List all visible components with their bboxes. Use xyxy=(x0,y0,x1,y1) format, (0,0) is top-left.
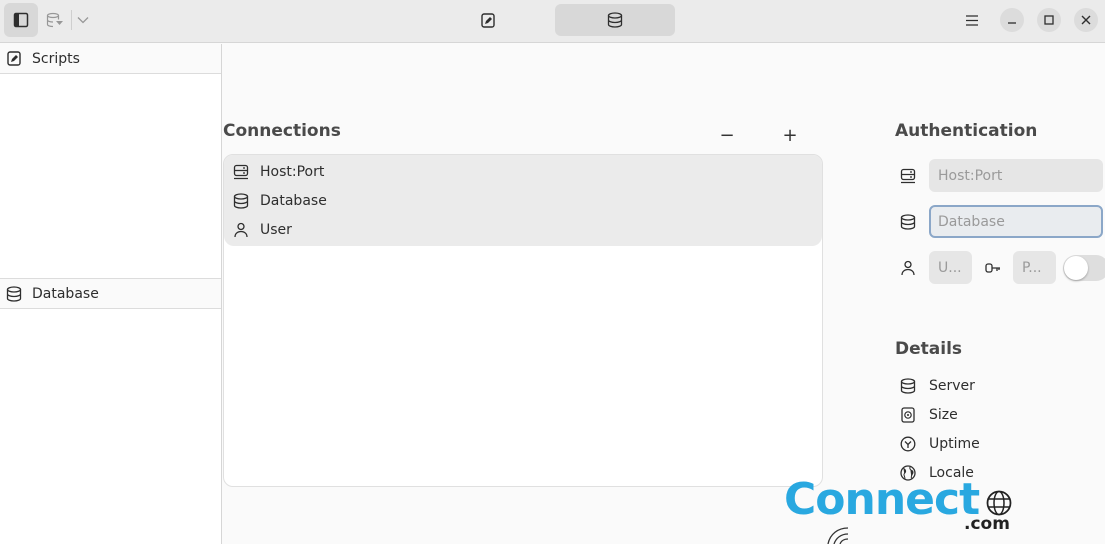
list-item: User xyxy=(224,215,822,244)
detail-uptime: Uptime xyxy=(895,429,980,458)
sidebar-toggle-button[interactable] xyxy=(4,3,38,37)
database-import-button[interactable] xyxy=(42,6,68,34)
database-icon xyxy=(895,377,921,394)
remove-connection-button[interactable]: − xyxy=(714,124,740,146)
database-icon xyxy=(607,12,623,28)
sidebar-section-scripts[interactable]: Scripts xyxy=(0,44,221,74)
header-bar xyxy=(0,0,1105,43)
user-icon xyxy=(895,260,921,276)
connection-user-label: User xyxy=(260,221,292,238)
server-icon xyxy=(895,168,921,184)
clock-icon xyxy=(895,436,921,452)
sidebar-section-database[interactable]: Database xyxy=(0,278,221,309)
database-icon xyxy=(2,285,26,302)
detail-label: Size xyxy=(929,406,958,423)
database-row xyxy=(895,205,1103,238)
main-menu-button[interactable] xyxy=(958,6,986,34)
database-import-icon xyxy=(46,12,63,28)
toggle-knob xyxy=(1064,255,1088,280)
detail-size: Size xyxy=(895,400,958,429)
header-separator xyxy=(71,10,72,30)
close-button[interactable] xyxy=(1074,8,1098,32)
list-item: Database xyxy=(224,186,822,215)
minimize-icon xyxy=(1008,22,1016,24)
sidebar: Scripts Database xyxy=(0,44,222,544)
detail-label: Uptime xyxy=(929,435,980,452)
database-icon xyxy=(229,192,253,209)
credentials-row xyxy=(895,251,1105,284)
sidebar-toggle-icon xyxy=(13,12,29,28)
connections-panel: Host:Port Database User xyxy=(223,154,823,487)
database-icon xyxy=(895,213,921,230)
password-input[interactable] xyxy=(1013,251,1056,284)
user-icon xyxy=(229,222,253,238)
connection-item-selected[interactable]: Host:Port Database User xyxy=(224,155,822,246)
user-input[interactable] xyxy=(929,251,972,284)
detail-label: Server xyxy=(929,377,975,394)
tab-database[interactable] xyxy=(555,4,675,36)
key-icon xyxy=(982,262,1004,274)
main-content: Connections − + Host:Port Database User xyxy=(223,44,1105,544)
sidebar-section-label: Database xyxy=(32,285,99,302)
server-icon xyxy=(229,164,253,180)
disk-icon xyxy=(895,406,921,423)
database-input[interactable] xyxy=(929,205,1103,238)
maximize-icon xyxy=(1044,15,1054,25)
minimize-button[interactable] xyxy=(1000,8,1024,32)
show-password-toggle[interactable] xyxy=(1063,254,1105,281)
close-icon xyxy=(1081,15,1091,25)
globe-icon xyxy=(895,464,921,481)
host-port-input[interactable] xyxy=(929,159,1103,192)
edit-icon xyxy=(2,51,26,66)
add-connection-button[interactable]: + xyxy=(777,124,803,146)
tab-scripts[interactable] xyxy=(468,4,508,36)
connection-host-label: Host:Port xyxy=(260,163,325,180)
authentication-title: Authentication xyxy=(895,121,1038,141)
connection-database-label: Database xyxy=(260,192,327,209)
detail-locale: Locale xyxy=(895,458,974,487)
hamburger-menu-icon xyxy=(966,14,978,26)
host-row xyxy=(895,159,1103,192)
sidebar-section-label: Scripts xyxy=(32,50,80,67)
detail-label: Locale xyxy=(929,464,974,481)
dropdown-button[interactable] xyxy=(73,6,93,34)
maximize-button[interactable] xyxy=(1037,8,1061,32)
chevron-down-icon xyxy=(77,17,89,24)
detail-server: Server xyxy=(895,371,975,400)
connections-title: Connections xyxy=(223,121,341,141)
details-title: Details xyxy=(895,339,963,359)
list-item: Host:Port xyxy=(224,157,822,186)
edit-icon xyxy=(481,12,495,28)
